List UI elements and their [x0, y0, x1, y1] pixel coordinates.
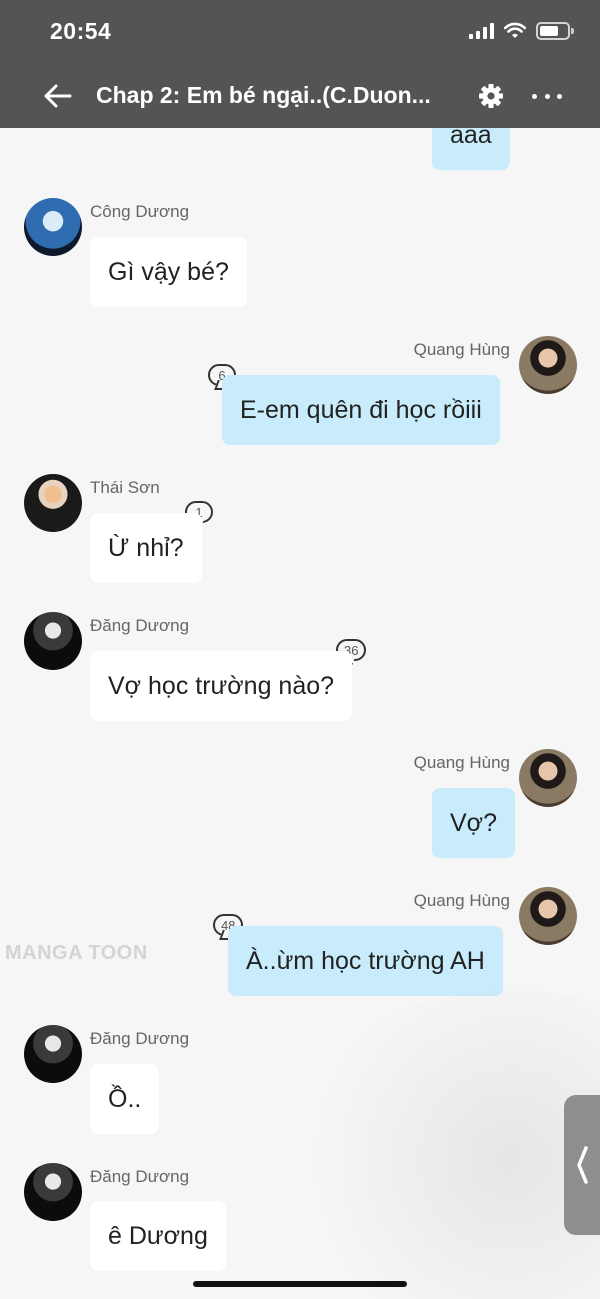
cellular-signal-icon: [469, 23, 494, 39]
sender-name: Đăng Dương: [90, 616, 190, 635]
side-glow: [280, 990, 600, 1299]
message-bubble[interactable]: Ồ..: [90, 1064, 160, 1134]
status-icons: [469, 22, 574, 40]
back-arrow-icon[interactable]: [40, 80, 76, 112]
top-bar: 20:54 Chap 2: Em bé ngại..(C.Duon...: [0, 0, 600, 128]
message-bubble[interactable]: Gì vậy bé?: [90, 237, 247, 307]
sender-name: Đăng Dương: [90, 1167, 190, 1186]
status-time: 20:54: [50, 18, 112, 44]
watermark: MANGA TOON: [5, 942, 148, 964]
avatar[interactable]: [24, 612, 82, 670]
message-text: Ừ nhỉ?: [108, 533, 184, 562]
message-text: ê Dương: [108, 1221, 208, 1250]
message-text: Vợ?: [450, 808, 497, 837]
sender-name: Quang Hùng: [413, 753, 510, 772]
message-text: Gì vậy bé?: [108, 257, 229, 286]
sender-name: Đăng Dương: [90, 1029, 190, 1048]
sender-name: Quang Hùng: [413, 340, 510, 359]
avatar[interactable]: [24, 198, 82, 256]
message-text: Vợ học trường nào?: [108, 671, 335, 700]
avatar[interactable]: [519, 336, 577, 394]
sender-name: Công Dương: [90, 202, 190, 221]
message-bubble[interactable]: ê Dương: [90, 1201, 226, 1271]
home-indicator[interactable]: [193, 1281, 407, 1287]
battery-icon: [536, 22, 574, 40]
sender-name: Quang Hùng: [413, 891, 510, 910]
chevron-left-icon: [577, 1146, 588, 1184]
message-bubble[interactable]: Vợ học trường nào?: [90, 651, 353, 721]
wifi-icon: [504, 22, 526, 38]
message-text: À..ừm học trường AH: [246, 946, 485, 975]
gear-icon[interactable]: [478, 83, 504, 109]
message-bubble[interactable]: Ừ nhỉ?: [90, 513, 202, 583]
avatar[interactable]: [24, 1163, 82, 1221]
avatar[interactable]: [519, 887, 577, 945]
avatar[interactable]: [519, 749, 577, 807]
message-bubble[interactable]: Vợ?: [432, 788, 515, 858]
message-bubble[interactable]: À..ừm học trường AH: [228, 926, 503, 996]
more-options-icon[interactable]: [532, 83, 562, 109]
message-text: Ồ..: [108, 1084, 142, 1113]
screen: 20:54 Chap 2: Em bé ngại..(C.Duon... aaa…: [0, 0, 600, 1299]
message-text: E-em quên đi học rồiii: [240, 395, 482, 424]
side-panel-handle[interactable]: [564, 1095, 600, 1235]
chapter-title: Chap 2: Em bé ngại..(C.Duon...: [96, 82, 431, 108]
avatar[interactable]: [24, 1025, 82, 1083]
avatar[interactable]: [24, 474, 82, 532]
message-bubble[interactable]: E-em quên đi học rồiii: [222, 375, 500, 445]
sender-name: Thái Sơn: [90, 478, 160, 497]
